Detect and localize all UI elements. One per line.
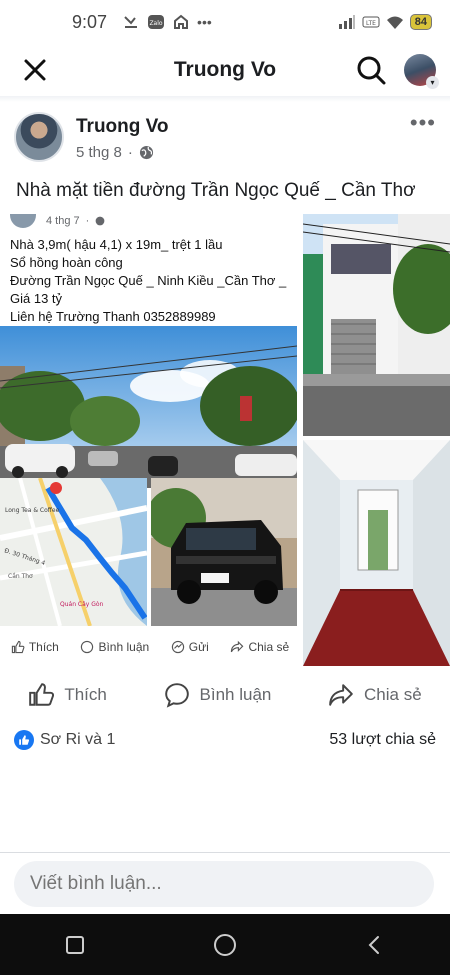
shared-line: Sổ hồng hoàn công [10, 255, 123, 270]
shared-meta: 4 thg 7 · [10, 214, 105, 228]
shared-line: Liên hệ Trường Thanh 0352889989 [10, 309, 216, 324]
thumbs-up-icon [11, 640, 25, 654]
separator: · [127, 144, 133, 161]
shared-line: Nhà 3,9m( hậu 4,1) x 19m_ trệt 1 lầu [10, 237, 223, 252]
map-label: Long Tea & Coffee [5, 507, 60, 514]
system-nav-bar [0, 914, 450, 975]
post-action-bar: Thích Bình luận Chia sẻ [0, 672, 450, 718]
home-icon [174, 14, 189, 29]
like-reaction-icon [14, 730, 34, 750]
share-icon [329, 684, 353, 706]
system-icons: LTE 84 [338, 14, 432, 30]
signal-icon [338, 15, 355, 29]
shared-post-panel: 4 thg 7 · Nhà 3,9m( hậu 4,1) x 19m_ trệt… [0, 214, 300, 666]
globe-icon [95, 216, 105, 226]
battery-indicator: 84 [409, 14, 432, 30]
share-button[interactable]: Chia sẻ [328, 682, 422, 708]
header-divider [0, 96, 450, 102]
author-avatar[interactable] [14, 112, 64, 162]
shared-comment: Bình luận [80, 640, 149, 654]
svg-text:Zalo: Zalo [149, 20, 162, 27]
shared-send: Gửi [171, 640, 209, 654]
shared-screenshot[interactable]: 4 thg 7 · Nhà 3,9m( hậu 4,1) x 19m_ trệt… [0, 214, 450, 666]
home-button-icon[interactable] [213, 933, 237, 957]
comment-bar [0, 852, 450, 914]
like-button[interactable]: Thích [28, 682, 107, 708]
missed-call-icon [124, 16, 138, 28]
close-icon[interactable] [22, 57, 48, 83]
app-bar: Truong Vo ▾ [0, 44, 450, 96]
shared-line: Đường Trần Ngọc Quế _ Ninh Kiều _Cần Thơ… [10, 273, 287, 288]
status-bar: 9:07 Zalo ••• LTE 84 [0, 0, 450, 44]
messenger-icon [171, 640, 184, 654]
map-label: Quán Cây Gòn [60, 601, 104, 608]
post-text: Nhà mặt tiền đường Trần Ngọc Quế _ Cần T… [16, 180, 416, 201]
post-header: Truong Vo 5 thg 8 · ••• [14, 110, 436, 172]
recents-icon[interactable] [64, 934, 86, 956]
post-date[interactable]: 5 thg 8 [76, 144, 122, 161]
more-options-icon[interactable]: ••• [410, 110, 436, 136]
comment-icon [81, 640, 94, 654]
zalo-icon: Zalo [148, 15, 165, 29]
interior-photo [303, 440, 450, 666]
notification-icons: Zalo ••• [123, 14, 212, 30]
search-icon[interactable] [356, 55, 386, 85]
map-label: Cần Thơ [8, 572, 33, 580]
car-photo [151, 478, 297, 626]
wifi-icon [386, 16, 403, 29]
street-photo [0, 326, 297, 488]
shared-share: Chia sẻ [230, 640, 289, 654]
thumbs-up-icon [29, 683, 55, 706]
reaction-people[interactable]: Sơ Ri và 1 [40, 731, 115, 749]
back-icon[interactable] [364, 934, 386, 956]
shared-description: Nhà 3,9m( hậu 4,1) x 19m_ trệt 1 lầu Sổ … [10, 236, 295, 326]
shared-like: Thích [11, 640, 59, 654]
shared-date: 4 thg 7 [46, 215, 80, 227]
share-icon [231, 640, 244, 653]
author-name[interactable]: Truong Vo [76, 116, 169, 138]
comment-button[interactable]: Bình luận [164, 682, 271, 708]
shared-avatar [10, 214, 36, 228]
shared-action-bar: Thích Bình luận Gửi Chia sẻ [0, 632, 300, 662]
comment-input[interactable] [14, 861, 434, 907]
status-time: 9:07 [72, 11, 108, 32]
separator: · [85, 215, 90, 227]
shared-line: Giá 13 tỷ [10, 291, 63, 306]
svg-text:LTE: LTE [366, 20, 376, 27]
share-count[interactable]: 53 lượt chia sẻ [329, 731, 436, 749]
globe-icon [139, 145, 153, 160]
post-meta: 5 thg 8 · [76, 144, 169, 161]
map-image: Long Tea & Coffee Đ. 30 Tháng 4 Quán Cây… [0, 478, 147, 626]
more-notifications-icon: ••• [197, 14, 212, 30]
house-photo [303, 214, 450, 436]
profile-avatar-button[interactable]: ▾ [404, 54, 439, 89]
volte-icon: LTE [362, 16, 380, 28]
comment-icon [164, 683, 189, 708]
chevron-down-icon: ▾ [426, 76, 439, 89]
reactions-summary[interactable]: Sơ Ri và 1 53 lượt chia sẻ [14, 728, 436, 752]
